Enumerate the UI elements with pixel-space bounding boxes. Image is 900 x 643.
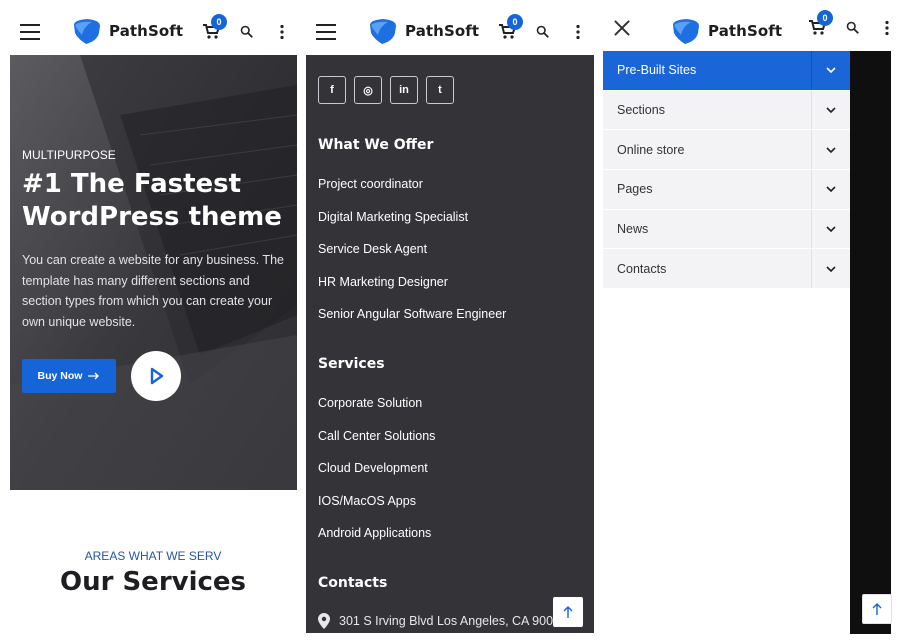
menu-item-sections[interactable]: Sections — [603, 90, 850, 131]
hero-section: MULTIPURPOSE #1 The Fastest WordPress th… — [10, 55, 297, 490]
chevron-down-icon[interactable] — [811, 90, 850, 130]
menu-item-label: Pre-Built Sites — [617, 63, 697, 78]
logo-icon — [673, 19, 699, 44]
buy-now-button[interactable]: Buy Now — [22, 359, 116, 393]
menu-icon[interactable] — [316, 24, 336, 40]
buy-now-label: Buy Now — [37, 370, 83, 382]
more-options-icon[interactable] — [279, 24, 285, 40]
chevron-down-icon[interactable] — [811, 209, 850, 249]
menu-icon[interactable] — [20, 24, 40, 40]
hero-eyebrow: MULTIPURPOSE — [22, 148, 116, 162]
logo[interactable]: PathSoft — [72, 17, 183, 45]
footer-link[interactable]: Call Center Solutions — [318, 426, 435, 459]
footer-link[interactable]: Android Applications — [318, 523, 435, 556]
footer-link[interactable]: Project coordinator — [318, 174, 506, 207]
instagram-icon[interactable]: ◎ — [354, 76, 382, 104]
services-eyebrow: AREAS WHAT WE SERV — [84, 549, 222, 563]
more-options-icon[interactable] — [575, 24, 581, 40]
hero-description: You can create a website for any busines… — [22, 253, 284, 329]
header: PathSoft 0 — [0, 0, 306, 55]
arrow-up-icon — [872, 603, 882, 615]
offer-list: Project coordinator Digital Marketing Sp… — [318, 174, 506, 337]
more-options-icon[interactable] — [884, 20, 890, 36]
search-icon[interactable] — [536, 25, 552, 41]
brand-name: PathSoft — [405, 22, 480, 40]
cart-count-badge: 0 — [211, 14, 227, 30]
services-list: Corporate Solution Call Center Solutions… — [318, 393, 435, 556]
menu-item-news[interactable]: News — [603, 209, 850, 250]
facebook-icon[interactable]: f — [318, 76, 346, 104]
footer-link[interactable]: Cloud Development — [318, 458, 435, 491]
footer-heading-services: Services — [318, 356, 385, 372]
chevron-down-icon[interactable] — [811, 170, 850, 209]
arrow-right-icon — [88, 372, 100, 380]
social-links: f ◎ in t — [318, 76, 454, 104]
cart-icon[interactable]: 0 — [808, 10, 833, 36]
services-title: Our Services — [59, 567, 247, 597]
menu-item-pages[interactable]: Pages — [603, 170, 850, 210]
cart-icon[interactable]: 0 — [498, 14, 523, 40]
logo-icon — [74, 19, 100, 44]
footer: f ◎ in t What We Offer Project coordinat… — [306, 55, 594, 633]
scroll-to-top-button[interactable] — [553, 597, 583, 627]
search-icon[interactable] — [846, 21, 862, 37]
chevron-down-icon[interactable] — [811, 130, 850, 170]
linkedin-icon[interactable]: in — [390, 76, 418, 104]
close-icon[interactable] — [614, 20, 630, 36]
play-video-button[interactable] — [131, 351, 181, 401]
menu-item-label: News — [617, 222, 649, 237]
brand-name: PathSoft — [708, 22, 783, 40]
home-screen: PathSoft 0 MULTIPURPOSE #1 The Fastest W… — [0, 0, 306, 643]
chevron-down-icon[interactable] — [811, 51, 850, 90]
footer-link[interactable]: IOS/MacOS Apps — [318, 491, 435, 524]
hero-title: #1 The Fastest WordPress theme — [22, 169, 282, 232]
play-icon — [150, 367, 164, 385]
footer-link[interactable]: HR Marketing Designer — [318, 272, 506, 305]
footer-link[interactable]: Digital Marketing Specialist — [318, 207, 506, 240]
address: 301 S Irving Blvd Los Angeles, CA 90020 — [318, 613, 567, 629]
logo-icon — [370, 19, 396, 44]
brand-name: PathSoft — [109, 22, 184, 40]
menu-item-label: Sections — [617, 103, 665, 118]
header: PathSoft 0 — [306, 0, 603, 55]
footer-link[interactable]: Corporate Solution — [318, 393, 435, 426]
footer-heading-offer: What We Offer — [318, 137, 434, 153]
chevron-down-icon[interactable] — [811, 249, 850, 289]
footer-link[interactable]: Service Desk Agent — [318, 239, 506, 272]
menu-item-label: Contacts — [617, 261, 667, 276]
cart-count-badge: 0 — [507, 14, 523, 30]
menu-item-pre-built-sites[interactable]: Pre-Built Sites — [603, 51, 850, 91]
twitter-icon[interactable]: t — [426, 76, 454, 104]
menu-item-online-store[interactable]: Online store — [603, 130, 850, 171]
logo[interactable]: PathSoft — [671, 17, 782, 45]
footer-link[interactable]: Senior Angular Software Engineer — [318, 304, 506, 337]
footer-heading-contacts: Contacts — [318, 575, 388, 591]
address-text: 301 S Irving Blvd Los Angeles, CA 90020 — [339, 614, 567, 628]
logo[interactable]: PathSoft — [368, 17, 479, 45]
cart-icon[interactable]: 0 — [202, 14, 227, 40]
page-overlay — [850, 51, 891, 634]
search-icon[interactable] — [240, 25, 256, 41]
location-pin-icon — [318, 613, 330, 629]
scroll-to-top-button[interactable] — [862, 594, 892, 624]
cart-count-badge: 0 — [817, 10, 833, 26]
menu-item-label: Online store — [617, 142, 685, 157]
menu-screen: PathSoft 0 Pre-Built Sites Sections Onli… — [603, 0, 900, 643]
menu-item-label: Pages — [617, 182, 653, 197]
header: PathSoft 0 — [603, 0, 900, 55]
mobile-menu: Pre-Built Sites Sections Online store Pa… — [603, 51, 850, 290]
menu-item-contacts[interactable]: Contacts — [603, 249, 850, 290]
arrow-up-icon — [563, 606, 573, 618]
footer-screen: PathSoft 0 f ◎ in t What We Offer Projec… — [306, 0, 603, 643]
